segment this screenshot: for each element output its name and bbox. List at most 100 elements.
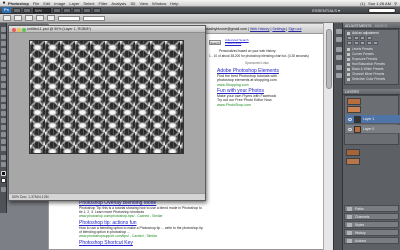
dodge-tool-icon[interactable] xyxy=(1,118,6,123)
curves-icon[interactable] xyxy=(360,36,365,40)
preset-levels[interactable]: Levels Presets xyxy=(347,47,373,51)
menu-file[interactable]: File xyxy=(33,1,39,6)
visibility-eye-icon[interactable] xyxy=(348,128,352,131)
minimize-window-icon[interactable] xyxy=(17,27,21,32)
pen-tool-icon[interactable] xyxy=(1,125,6,130)
preset-exposure[interactable]: Exposure Presets xyxy=(347,57,377,61)
tool-preset-picker[interactable] xyxy=(3,15,11,21)
menu-analysis[interactable]: Analysis xyxy=(111,1,126,6)
background-color-swatch[interactable] xyxy=(1,178,6,183)
menu-image[interactable]: Image xyxy=(54,1,65,6)
brightness-icon[interactable] xyxy=(347,36,352,40)
shape-tool-icon[interactable] xyxy=(1,146,6,151)
search-button[interactable]: Search xyxy=(209,40,221,45)
preferences-link[interactable]: Preferences xyxy=(225,41,249,45)
app-menu[interactable]: Photoshop xyxy=(8,1,29,6)
clone-source-panel-icon[interactable] xyxy=(336,55,342,60)
menu-edit[interactable]: Edit xyxy=(43,1,50,6)
photo-filter-icon[interactable] xyxy=(373,41,378,45)
layer-row[interactable]: Layer 0 xyxy=(346,125,400,134)
gradient-tool-icon[interactable] xyxy=(1,104,6,109)
intersect-selection-button[interactable] xyxy=(47,15,55,21)
swatch-chip[interactable] xyxy=(346,149,360,156)
hand-tool-icon[interactable] xyxy=(1,155,6,160)
sign-out-link[interactable]: Sign out xyxy=(288,27,301,31)
zoom-level-select[interactable]: 50% xyxy=(33,7,51,13)
preset-selective-color[interactable]: Selective Color Presets xyxy=(347,77,385,81)
workspace-switcher[interactable]: ESSENTIALS ▾ xyxy=(312,8,340,13)
zoom-tool-button[interactable] xyxy=(63,7,71,13)
hand-tool-button[interactable] xyxy=(53,7,61,13)
tab-adjustments[interactable]: ADJUSTMENTS xyxy=(345,24,372,28)
web-history-link[interactable]: Web History xyxy=(250,27,270,31)
quick-mask-icon[interactable] xyxy=(1,187,6,192)
mini-bridge-button[interactable] xyxy=(23,7,31,13)
add-to-selection-button[interactable] xyxy=(25,15,33,21)
apple-menu-icon[interactable]: ● xyxy=(0,0,8,6)
ad-url[interactable]: www.PhotoShop.com xyxy=(217,103,276,107)
layer-row[interactable]: Layer 1 xyxy=(346,115,400,124)
menu-select[interactable]: Select xyxy=(83,1,94,6)
blur-tool-icon[interactable] xyxy=(1,111,6,116)
menu-help[interactable]: Help xyxy=(170,1,178,6)
cs-live-search-input[interactable] xyxy=(368,8,396,13)
marquee-tool-icon[interactable] xyxy=(1,34,6,39)
preset-channel-mixer[interactable]: Channel Mixer Presets xyxy=(347,72,384,76)
history-brush-tool-icon[interactable] xyxy=(1,90,6,95)
color-balance-icon[interactable] xyxy=(360,41,365,45)
tab-masks[interactable]: MASKS xyxy=(375,24,388,28)
lasso-tool-icon[interactable] xyxy=(1,41,6,46)
ad-url[interactable]: www.Shopping.com xyxy=(217,83,279,87)
screen-mode-button[interactable] xyxy=(93,7,101,13)
exposure-icon[interactable] xyxy=(366,36,372,40)
result-url[interactable]: www.photoshopsupport.com/tips/ - Cached … xyxy=(79,234,203,238)
zoom-tool-icon[interactable] xyxy=(1,162,6,167)
result-url[interactable]: www.photoshop.com/photoshop-tips/ - Cach… xyxy=(79,214,202,218)
result-title[interactable]: Photoshop Shortcut Key xyxy=(79,240,133,246)
actions-panel-collapsed[interactable]: Actions xyxy=(344,237,399,244)
style-select[interactable] xyxy=(83,15,105,21)
hue-saturation-icon[interactable] xyxy=(353,41,359,45)
close-window-icon[interactable] xyxy=(12,27,16,32)
swatch-chip[interactable] xyxy=(346,158,360,165)
menu-view[interactable]: View xyxy=(139,1,148,6)
crop-tool-icon[interactable] xyxy=(1,55,6,60)
foreground-color-swatch[interactable] xyxy=(1,171,6,176)
quick-select-tool-icon[interactable] xyxy=(1,48,6,53)
styles-panel-collapsed[interactable]: Styles xyxy=(344,221,399,228)
history-panel-icon[interactable] xyxy=(336,29,342,34)
canvas-pasteboard[interactable] xyxy=(9,33,205,193)
path-selection-tool-icon[interactable] xyxy=(1,139,6,144)
browser-scrollbar[interactable] xyxy=(323,23,333,250)
preset-hue-saturation[interactable]: Hue/Saturation Presets xyxy=(347,62,385,66)
tab-layers[interactable]: LAYERS xyxy=(345,90,359,94)
brush-tool-icon[interactable] xyxy=(1,76,6,81)
actions-panel-icon[interactable] xyxy=(336,37,342,42)
spotlight-icon[interactable]: ⚲ xyxy=(394,1,397,6)
arrange-documents-button[interactable] xyxy=(83,7,91,13)
scrollbar-thumb[interactable] xyxy=(326,29,332,89)
paths-panel-collapsed[interactable]: Paths xyxy=(344,205,399,212)
menu-3d[interactable]: 3D xyxy=(130,1,135,6)
levels-icon[interactable] xyxy=(353,36,359,40)
image-canvas[interactable] xyxy=(29,40,184,154)
menu-layer[interactable]: Layer xyxy=(69,1,79,6)
preset-black-white[interactable]: Black & White Presets xyxy=(347,67,384,71)
menu-filter[interactable]: Filter xyxy=(99,1,108,6)
rotate-view-button[interactable] xyxy=(73,7,81,13)
history-panel-collapsed[interactable]: History xyxy=(344,229,399,236)
new-selection-button[interactable] xyxy=(14,15,22,21)
zoom-window-icon[interactable] xyxy=(22,27,26,32)
settings-link[interactable]: Settings xyxy=(272,27,285,31)
move-tool-icon[interactable] xyxy=(1,27,6,32)
channels-panel-collapsed[interactable]: Channels xyxy=(344,213,399,220)
document-titlebar[interactable]: untitled-1.psd @ 50% (Layer 1, RGB/8*) xyxy=(9,26,205,33)
eyedropper-tool-icon[interactable] xyxy=(1,62,6,67)
type-tool-icon[interactable] xyxy=(1,132,6,137)
healing-brush-tool-icon[interactable] xyxy=(1,69,6,74)
paragraph-panel-icon[interactable] xyxy=(336,73,342,78)
black-white-icon[interactable] xyxy=(366,41,372,45)
feather-field[interactable] xyxy=(58,15,80,21)
bridge-button[interactable] xyxy=(13,7,21,13)
preset-curves[interactable]: Curves Presets xyxy=(347,52,374,56)
